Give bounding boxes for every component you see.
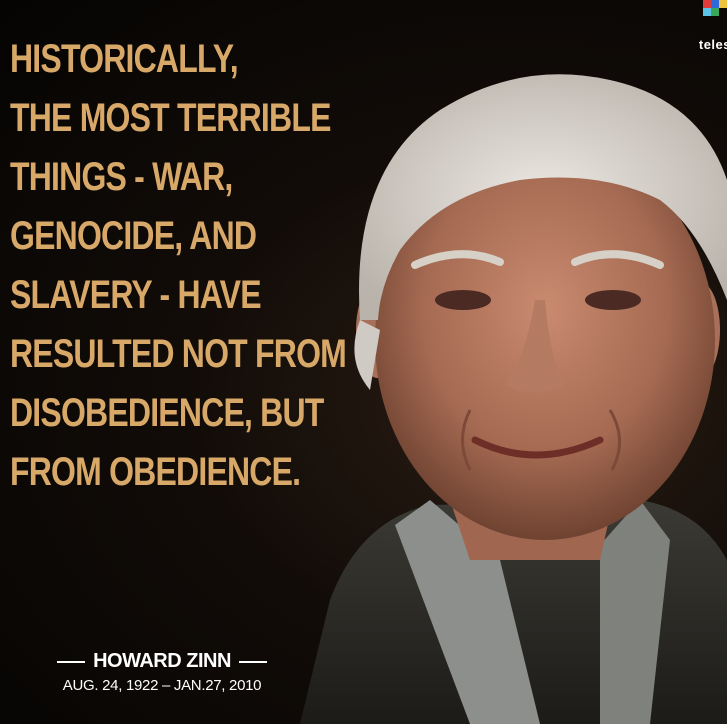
quote-line: HISTORICALLY, (10, 37, 239, 81)
life-dates: AUG. 24, 1922 – JAN.27, 2010 (62, 677, 262, 694)
attribution: HOWARD ZINN AUG. 24, 1922 – JAN.27, 2010 (42, 650, 282, 694)
quote-card: HISTORICALLY, THE MOST TERRIBLE THINGS - W… (0, 0, 727, 724)
quote-line: SLAVERY - HAVE (10, 273, 262, 317)
author-name: HOWARD ZINN (93, 650, 231, 672)
left-dash (57, 660, 86, 663)
quote-text: HISTORICALLY, THE MOST TERRIBLE THINGS - W… (10, 30, 410, 502)
telesur-logo: teles (667, 0, 727, 56)
quote-line: RESULTED NOT FROM (10, 332, 347, 376)
author-line: HOWARD ZINN (42, 650, 282, 673)
quote-line: THE MOST TERRIBLE (10, 96, 331, 140)
quote-line: THINGS - WAR, (10, 155, 233, 199)
quote-line: DISOBEDIENCE, BUT (10, 391, 324, 435)
quote-line: FROM OBEDIENCE. (10, 450, 301, 494)
quote-line: GENOCIDE, AND (10, 214, 257, 258)
telesur-logo-icon (703, 0, 727, 16)
right-dash (238, 660, 267, 663)
logo-text: teles (698, 37, 727, 52)
